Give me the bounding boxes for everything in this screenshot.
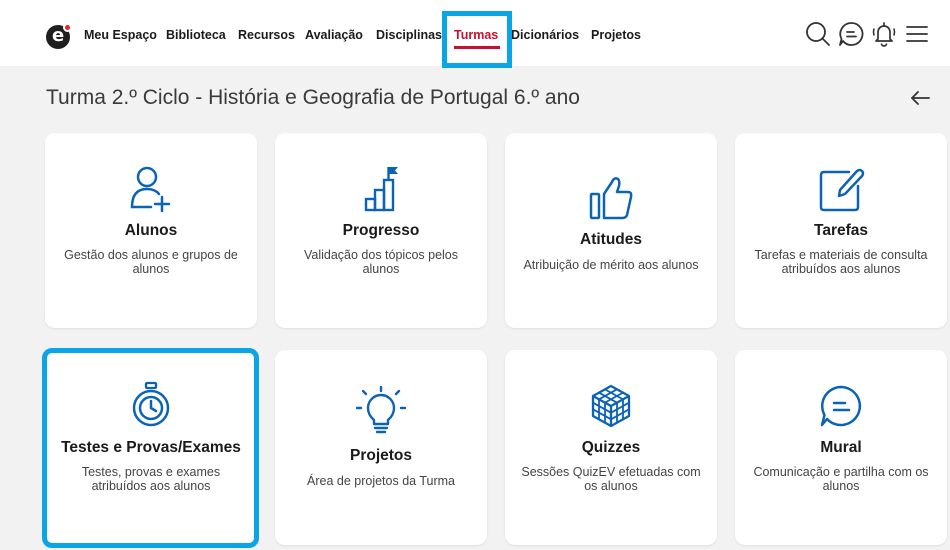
card-quizzes[interactable]: Quizzes Sessões QuizEV efetuadas com os … [505,350,717,545]
card-title: Alunos [124,222,178,239]
messages-icon[interactable] [837,20,865,48]
card-mural[interactable]: Mural Comunicação e partilha com os alun… [735,350,947,545]
card-description: Tarefas e materiais de consulta atribuíd… [754,248,928,276]
card-description: Área de projetos da Turma [307,474,455,488]
card-progresso[interactable]: Progresso Validação dos tópicos pelos al… [275,133,487,328]
card-tarefas[interactable]: Tarefas Tarefas e materiais de consulta … [735,133,947,328]
nav-item-dicionarios[interactable]: Dicionários [511,28,579,42]
back-arrow-icon[interactable] [908,86,932,110]
card-description: Atribuição de mérito aos alunos [523,258,699,272]
card-title: Atitudes [580,231,642,248]
nav-item-meu-espaco[interactable]: Meu Espaço [84,28,157,42]
lightbulb-icon [355,386,407,434]
card-description: Sessões QuizEV efetuadas com os alunos [521,465,701,493]
card-projetos[interactable]: Projetos Área de projetos da Turma [275,350,487,545]
card-title: Mural [820,439,862,456]
card-description: Gestão dos alunos e grupos de alunos [64,248,238,276]
nav-item-biblioteca[interactable]: Biblioteca [166,28,226,42]
top-actions [804,20,934,50]
card-title: Tarefas [814,222,868,239]
progress-chart-icon [364,167,398,212]
card-description: Comunicação e partilha com os alunos [753,465,929,493]
card-alunos[interactable]: Alunos Gestão dos alunos e grupos de alu… [45,133,257,328]
card-atitudes[interactable]: Atitudes Atribuição de mérito aos alunos [505,133,717,328]
card-title: Quizzes [581,439,641,456]
card-description: Validação dos tópicos pelos alunos [303,248,459,276]
nav-item-disciplinas[interactable]: Disciplinas [376,28,442,42]
logo[interactable]: e [46,23,72,49]
search-icon[interactable] [804,20,832,48]
add-user-icon [130,166,171,213]
card-title: Projetos [349,447,412,464]
card-title: Progresso [342,222,420,239]
menu-icon[interactable] [903,20,931,48]
nav-item-projetos[interactable]: Projetos [591,28,641,42]
bell-icon[interactable] [870,20,898,48]
page-title: Turma 2.º Ciclo - História e Geografia d… [46,86,580,109]
testes-highlight-box [42,348,259,548]
nav-item-recursos[interactable]: Recursos [238,28,295,42]
nav-item-avaliacao[interactable]: Avaliação [305,28,363,42]
edit-icon [819,168,865,212]
cube-icon [591,384,631,428]
thumbs-up-icon [589,177,633,220]
turmas-highlight-box [442,11,512,68]
chat-icon [820,385,862,427]
